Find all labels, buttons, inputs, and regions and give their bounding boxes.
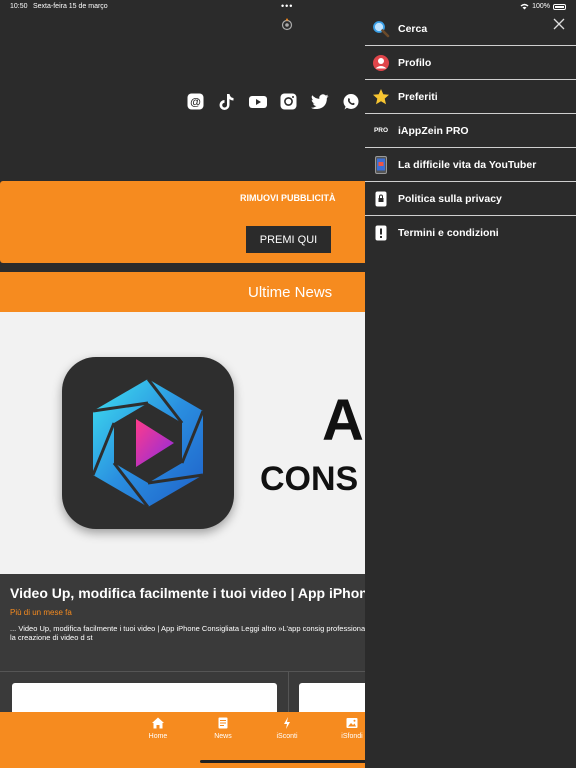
menu-item-preferiti[interactable]: Preferiti [365, 80, 576, 114]
premi-qui-button[interactable]: PREMI QUI [246, 226, 331, 253]
menu-item-profilo[interactable]: Profilo [365, 46, 576, 80]
article-card-preview[interactable] [12, 683, 277, 713]
star-icon [372, 88, 390, 106]
lightning-icon [284, 717, 290, 729]
news-section-title: Ultime News [248, 284, 333, 301]
menu-item-iappzein-pro[interactable]: PRO iAppZein PRO [365, 114, 576, 148]
tab-label: Home [148, 733, 168, 740]
svg-text:@: @ [190, 97, 201, 109]
menu-item-label: Termini e condizioni [398, 227, 499, 239]
privacy-icon [372, 190, 390, 208]
tab-label: iSconti [276, 733, 298, 740]
card-divider [288, 672, 289, 714]
menu-item-termini[interactable]: Termini e condizioni [365, 216, 576, 250]
status-date: Sexta-feira 15 de março [33, 3, 108, 10]
home-icon [152, 717, 164, 729]
remove-ads-title: RIMUOVI PUBBLICITÀ [240, 193, 336, 203]
menu-item-label: Profilo [398, 56, 432, 69]
twitter-icon[interactable] [310, 92, 329, 111]
whatsapp-icon[interactable] [341, 92, 360, 111]
wifi-icon [520, 3, 529, 10]
image-icon [346, 718, 358, 728]
news-icon [218, 717, 228, 729]
profile-icon [372, 54, 390, 72]
status-time: 10:50 [10, 3, 28, 10]
menu-item-label: La difficile vita da YouTuber [398, 158, 537, 171]
hero-text-line2: CONS [260, 460, 359, 498]
app-logo [281, 18, 293, 31]
social-links: @ [186, 92, 360, 111]
home-indicator [200, 760, 376, 763]
pro-tag: PRO [373, 127, 389, 134]
menu-item-label: Preferiti [398, 90, 438, 103]
instagram-icon[interactable] [279, 92, 298, 111]
menu-item-label: iAppZein PRO [398, 124, 469, 137]
menu-item-youtuber[interactable]: La difficile vita da YouTuber [365, 148, 576, 182]
video-up-app-icon [62, 357, 234, 529]
youtube-icon[interactable] [248, 92, 267, 111]
tab-isconti[interactable]: iSconti [262, 716, 312, 740]
menu-item-label: Cerca [398, 22, 428, 35]
status-bar: 10:50 Sexta-feira 15 de março ••• 100% [0, 0, 576, 14]
status-indicators: 100% [520, 3, 566, 10]
battery-icon [553, 3, 566, 10]
hero-text-line1: A [322, 388, 364, 453]
menu-item-privacy[interactable]: Politica sulla privacy [365, 182, 576, 216]
menu-item-label: Politica sulla privacy [398, 192, 502, 205]
side-menu-list: Cerca Profilo Preferiti PRO iAppZein PRO… [365, 12, 576, 250]
article-title[interactable]: Video Up, modifica facilmente i tuoi vid… [10, 585, 390, 601]
menu-item-cerca[interactable]: Cerca [365, 12, 576, 46]
phone-icon [372, 155, 390, 174]
multitasking-dots[interactable]: ••• [281, 1, 293, 11]
tab-label: iSfondi [341, 733, 363, 740]
article-timestamp: Più di un mese fa [10, 608, 72, 617]
terms-icon [372, 224, 390, 242]
tab-news[interactable]: News [198, 716, 248, 740]
battery-percent: 100% [532, 3, 550, 10]
pro-icon: PRO [372, 122, 390, 140]
threads-icon[interactable]: @ [186, 92, 205, 111]
tab-home[interactable]: Home [133, 716, 183, 740]
search-icon [372, 20, 390, 38]
tiktok-icon[interactable] [217, 92, 236, 111]
tab-label: News [214, 733, 232, 740]
